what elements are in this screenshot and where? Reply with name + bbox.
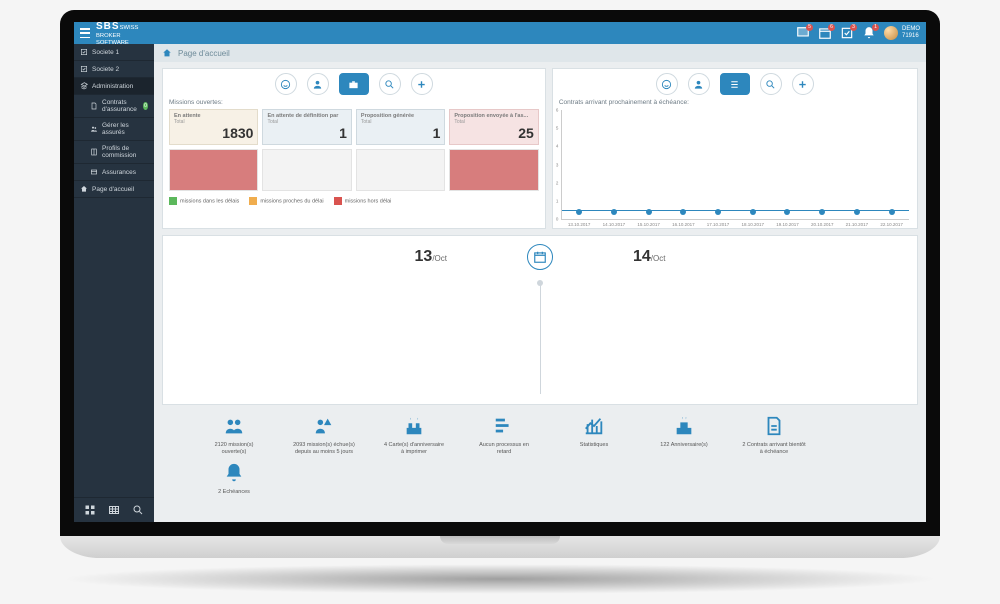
- card-proposition[interactable]: Proposition générée Total 1: [356, 109, 445, 145]
- avatar: [884, 26, 898, 40]
- card-envoyee[interactable]: Proposition envoyée à l'as... Total 25: [449, 109, 538, 145]
- sidebar-item-label: Page d'accueil: [92, 186, 134, 193]
- tab-user-icon[interactable]: [688, 73, 710, 95]
- laptop-base: [60, 536, 940, 558]
- sidebar-item-label: Societe 1: [92, 49, 119, 56]
- tasks-icon[interactable]: 3: [840, 26, 854, 40]
- tab-user-icon[interactable]: [307, 73, 329, 95]
- fillbox: [262, 149, 351, 191]
- tab-smile-icon[interactable]: [656, 73, 678, 95]
- calendar-day-prev[interactable]: 13/Oct: [415, 248, 447, 266]
- breadcrumb: Page d'accueil: [154, 44, 926, 62]
- sidebar-item-admin[interactable]: Administration: [74, 78, 154, 95]
- badge: 3: [850, 24, 857, 31]
- stat-echeances[interactable]: 2 Echéances: [202, 462, 266, 496]
- topbar-right: 5 6 3 1: [796, 26, 920, 40]
- calendar-icon[interactable]: 6: [818, 26, 832, 40]
- sidebar-item-label: Societe 2: [92, 66, 119, 73]
- screen-bezel: SBSSWISSBROKERSOFTWARE 5 6 3: [60, 10, 940, 536]
- home-icon[interactable]: [162, 48, 172, 58]
- sidebar-badge: 0: [143, 102, 148, 110]
- timeline-line: [540, 282, 541, 394]
- sidebar-item-label: Administration: [92, 83, 133, 90]
- card-value: 1: [361, 125, 440, 141]
- badge: 1: [872, 24, 879, 31]
- stat-missions-open[interactable]: 2120 mission(s) ouverte(s): [202, 415, 266, 456]
- bell-icon[interactable]: 1: [862, 26, 876, 40]
- stat-statistics[interactable]: Statistiques: [562, 415, 626, 456]
- stat-missions-due[interactable]: 2093 mission(s) échue(s) depuis au moins…: [292, 415, 356, 456]
- legend-label: missions dans les délais: [180, 198, 239, 204]
- missions-legend: missions dans les délais missions proche…: [169, 197, 539, 205]
- sidebar-item-label: Contrats d'assurance: [102, 99, 139, 113]
- stat-anniversaries[interactable]: 122 Anniversaire(s): [652, 415, 716, 456]
- tab-add-icon[interactable]: [792, 73, 814, 95]
- contracts-title: Contrats arrivant prochainement à échéan…: [559, 99, 911, 106]
- tab-list-icon[interactable]: [720, 73, 750, 95]
- sidebar-item-label: Assurances: [102, 169, 136, 176]
- tab-search-icon[interactable]: [760, 73, 782, 95]
- fillbox: [169, 149, 258, 191]
- sidebar-item-societe1[interactable]: Societe 1: [74, 44, 154, 61]
- sidebar-item-label: Profils de commission: [102, 145, 148, 159]
- sidebar-toolbar: [74, 497, 154, 522]
- user-name: DEMO: [902, 26, 920, 33]
- card-value: 25: [454, 125, 533, 141]
- logo: SBSSWISSBROKERSOFTWARE: [96, 22, 138, 46]
- user-id: 71916: [902, 33, 920, 40]
- card-label: En attente de définition par: [267, 113, 346, 119]
- main: Page d'accueil: [154, 44, 926, 522]
- contracts-tabs: [559, 73, 911, 95]
- card-label: Proposition envoyée à l'as...: [454, 113, 533, 119]
- table-icon[interactable]: [108, 504, 120, 516]
- missions-title: Missions ouvertes:: [169, 99, 539, 106]
- missions-panel: Missions ouvertes: En attente Total 1830…: [162, 68, 546, 229]
- page-title: Page d'accueil: [178, 49, 230, 58]
- menu-icon[interactable]: [80, 28, 90, 38]
- legend-label: missions proches du délai: [260, 198, 323, 204]
- card-value: 1830: [174, 125, 253, 141]
- grid-icon[interactable]: [84, 504, 96, 516]
- badge: 6: [828, 24, 835, 31]
- fillbox: [356, 149, 445, 191]
- laptop-frame: SBSSWISSBROKERSOFTWARE 5 6 3: [60, 10, 940, 594]
- missions-tabs: [169, 73, 539, 95]
- card-en-attente[interactable]: En attente Total 1830: [169, 109, 258, 145]
- sidebar: Societe 1 Societe 2 Administration Contr…: [74, 44, 154, 522]
- card-value: 1: [267, 125, 346, 141]
- sidebar-item-profils[interactable]: Profils de commission: [74, 141, 154, 164]
- card-definition[interactable]: En attente de définition par Total 1: [262, 109, 351, 145]
- badge: 5: [806, 24, 813, 31]
- tab-add-icon[interactable]: [411, 73, 433, 95]
- stat-birthday-cards[interactable]: 4 Carte(s) d'anniversaire à imprimer: [382, 415, 446, 456]
- mission-cards: En attente Total 1830 En attente de défi…: [169, 109, 539, 145]
- fillbox: [449, 149, 538, 191]
- legend-label: missions hors délai: [345, 198, 392, 204]
- stats-row: 2120 mission(s) ouverte(s) 2093 mission(…: [162, 415, 918, 496]
- sidebar-item-societe2[interactable]: Societe 2: [74, 61, 154, 78]
- calendar-panel: 13/Oct 14/Oct: [162, 235, 918, 405]
- topbar: SBSSWISSBROKERSOFTWARE 5 6 3: [74, 22, 926, 44]
- app-screen: SBSSWISSBROKERSOFTWARE 5 6 3: [74, 22, 926, 522]
- tab-briefcase-icon[interactable]: [339, 73, 369, 95]
- tab-smile-icon[interactable]: [275, 73, 297, 95]
- stat-processes[interactable]: Aucun processus en retard: [472, 415, 536, 456]
- sidebar-item-assurances[interactable]: Assurances: [74, 164, 154, 181]
- inbox-icon[interactable]: 5: [796, 26, 810, 40]
- laptop-shadow: [60, 564, 940, 594]
- contracts-panel: Contrats arrivant prochainement à échéan…: [552, 68, 918, 229]
- calendar-picker-icon[interactable]: [527, 244, 553, 270]
- contracts-chart: 012345613.10.201714.10.201715.10.201716.…: [561, 110, 909, 220]
- stat-contracts-due[interactable]: 2 Contrats arrivant bientôt à échéance: [742, 415, 806, 456]
- calendar-day-next[interactable]: 14/Oct: [633, 248, 665, 266]
- sidebar-item-label: Gérer les assurés: [102, 122, 148, 136]
- tab-search-icon[interactable]: [379, 73, 401, 95]
- sidebar-item-contrats[interactable]: Contrats d'assurance 0: [74, 95, 154, 118]
- mission-fill-row: [169, 149, 539, 191]
- user-menu[interactable]: DEMO 71916: [884, 26, 920, 40]
- search-icon[interactable]: [132, 504, 144, 516]
- sidebar-item-home[interactable]: Page d'accueil: [74, 181, 154, 198]
- sidebar-item-assures[interactable]: Gérer les assurés: [74, 118, 154, 141]
